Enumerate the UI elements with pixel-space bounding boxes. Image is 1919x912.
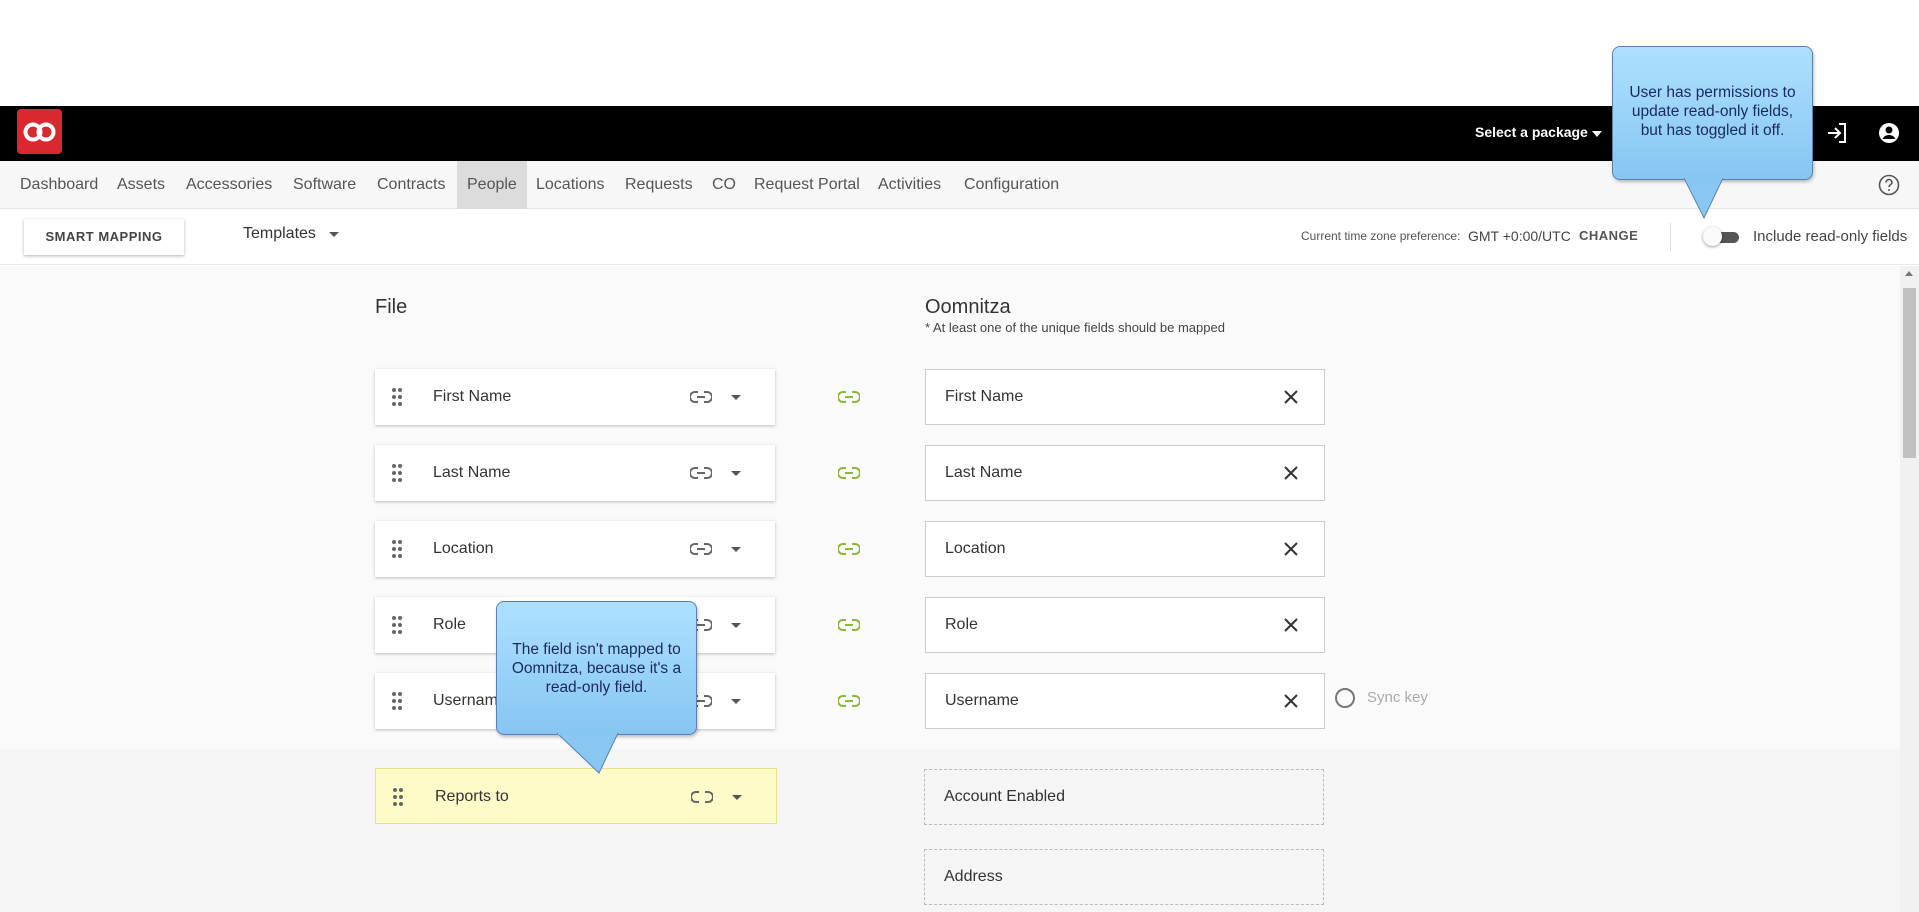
chevron-down-icon[interactable] (1592, 131, 1602, 137)
drag-handle-icon[interactable] (391, 387, 403, 407)
oomnitza-field-row[interactable]: Username (925, 673, 1325, 729)
chevron-down-icon[interactable] (731, 395, 741, 400)
unmapped-field-callout: The field isn't mapped to Oomnitza, beca… (496, 601, 697, 735)
nav-requests[interactable]: Requests (615, 161, 703, 209)
mapped-link-icon[interactable] (838, 692, 860, 710)
drag-handle-icon[interactable] (391, 539, 403, 559)
file-field-label: Role (433, 616, 466, 633)
mapped-link-icon[interactable] (838, 540, 860, 558)
close-icon[interactable] (1283, 465, 1299, 481)
readonly-toggle[interactable] (1703, 227, 1741, 246)
file-field-label: First Name (433, 388, 512, 405)
timezone-value: GMT +0:00/UTC (1468, 228, 1571, 244)
scroll-thumb[interactable] (1903, 288, 1916, 458)
chevron-down-icon[interactable] (329, 232, 339, 237)
chevron-down-icon[interactable] (731, 699, 741, 704)
nav-software[interactable]: Software (283, 161, 366, 209)
nav-co[interactable]: CO (702, 161, 746, 209)
help-icon[interactable] (1878, 174, 1900, 196)
file-field-label: Location (433, 540, 494, 557)
scroll-up-arrow[interactable] (1905, 271, 1913, 276)
callout-tail (556, 733, 619, 774)
scrollbar[interactable] (1900, 266, 1919, 912)
file-field-row[interactable]: Location (375, 521, 775, 577)
toolbar-divider (1670, 223, 1671, 251)
oomnitza-field-row[interactable]: Last Name (925, 445, 1325, 501)
readonly-toggle-label: Include read-only fields (1753, 228, 1908, 245)
nav-request-portal[interactable]: Request Portal (744, 161, 870, 209)
file-field-row-unmapped[interactable]: Reports to (375, 768, 777, 824)
package-select[interactable]: Select a package (1475, 124, 1588, 140)
timezone-label: Current time zone preference: (1301, 229, 1461, 243)
unlink-icon[interactable] (691, 788, 713, 806)
timezone-change-button[interactable]: CHANGE (1579, 228, 1638, 243)
oomnitza-empty-slot[interactable]: Account Enabled (924, 769, 1324, 825)
drag-handle-icon[interactable] (392, 787, 404, 807)
templates-dropdown[interactable]: Templates (243, 225, 316, 243)
smart-mapping-button[interactable]: SMART MAPPING (24, 219, 184, 255)
nav-locations[interactable]: Locations (526, 161, 615, 209)
drag-handle-icon[interactable] (391, 615, 403, 635)
oomnitza-field-label: Last Name (945, 464, 1023, 481)
chevron-down-icon[interactable] (731, 547, 741, 552)
close-icon[interactable] (1283, 389, 1299, 405)
mapped-link-icon[interactable] (838, 388, 860, 406)
nav-dashboard[interactable]: Dashboard (10, 161, 108, 209)
close-icon[interactable] (1283, 541, 1299, 557)
oomnitza-field-row[interactable]: Location (925, 521, 1325, 577)
file-field-label: Last Name (433, 464, 511, 481)
oomnitza-field-label: First Name (945, 388, 1024, 405)
chevron-down-icon[interactable] (732, 795, 742, 800)
login-icon[interactable] (1825, 121, 1849, 145)
file-field-label: Reports to (435, 788, 509, 805)
readonly-toggle-callout: User has permissions to update read-only… (1612, 46, 1813, 180)
toggle-knob (1703, 227, 1722, 246)
link-icon[interactable] (690, 540, 712, 558)
file-field-row[interactable]: Last Name (375, 445, 775, 501)
oomnitza-field-label: Role (945, 616, 978, 633)
mapping-toolbar: SMART MAPPING Templates Current time zon… (0, 209, 1919, 265)
nav-contracts[interactable]: Contracts (367, 161, 455, 209)
link-icon[interactable] (690, 388, 712, 406)
oomnitza-empty-slot[interactable]: Address (924, 849, 1324, 905)
account-icon[interactable] (1877, 121, 1901, 145)
oomnitza-field-label: Address (944, 868, 1003, 885)
logo-icon (23, 122, 56, 142)
oomnitza-field-row[interactable]: First Name (925, 369, 1325, 425)
nav-activities[interactable]: Activities (868, 161, 951, 209)
chevron-down-icon[interactable] (731, 471, 741, 476)
sync-key-label: Sync key (1367, 689, 1428, 706)
file-field-row[interactable]: First Name (375, 369, 775, 425)
drag-handle-icon[interactable] (391, 691, 403, 711)
oomnitza-field-label: Location (945, 540, 1006, 557)
file-column-title: File (375, 296, 408, 318)
oomnitza-field-label: Account Enabled (944, 788, 1065, 805)
mapped-link-icon[interactable] (838, 464, 860, 482)
close-icon[interactable] (1283, 617, 1299, 633)
nav-configuration[interactable]: Configuration (954, 161, 1069, 209)
drag-handle-icon[interactable] (391, 463, 403, 483)
sync-key-radio[interactable] (1335, 688, 1355, 708)
oomnitza-field-label: Username (945, 692, 1019, 709)
callout-tail (1683, 178, 1724, 220)
oomnitza-field-row[interactable]: Role (925, 597, 1325, 653)
link-icon[interactable] (690, 464, 712, 482)
nav-accessories[interactable]: Accessories (176, 161, 282, 209)
close-icon[interactable] (1283, 693, 1299, 709)
chevron-down-icon[interactable] (731, 623, 741, 628)
oomnitza-logo[interactable] (17, 109, 62, 154)
oomnitza-column-subtitle: * At least one of the unique fields shou… (925, 320, 1225, 335)
mapped-link-icon[interactable] (838, 616, 860, 634)
oomnitza-column-title: Oomnitza (925, 296, 1011, 318)
nav-assets[interactable]: Assets (107, 161, 175, 209)
nav-people[interactable]: People (457, 161, 527, 209)
